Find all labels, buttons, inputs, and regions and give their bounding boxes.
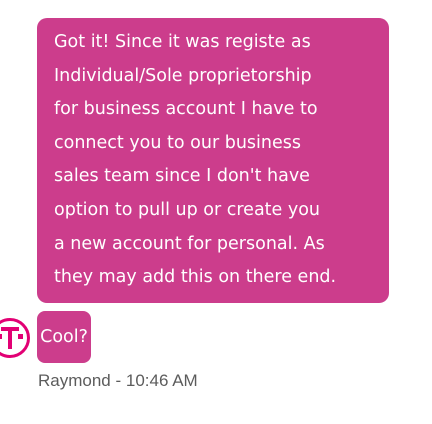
chat-transcript: Got it! Since it was registe as Individu… [0, 0, 432, 424]
sender-timestamp: Raymond - 10:46 AM [38, 371, 198, 390]
agent-message-bubble-cool: Cool? [37, 311, 91, 363]
t-logo-glyph [0, 327, 23, 349]
t-mobile-logo-icon [0, 318, 30, 358]
agent-message-bubble: Got it! Since it was registe as Individu… [37, 18, 389, 303]
